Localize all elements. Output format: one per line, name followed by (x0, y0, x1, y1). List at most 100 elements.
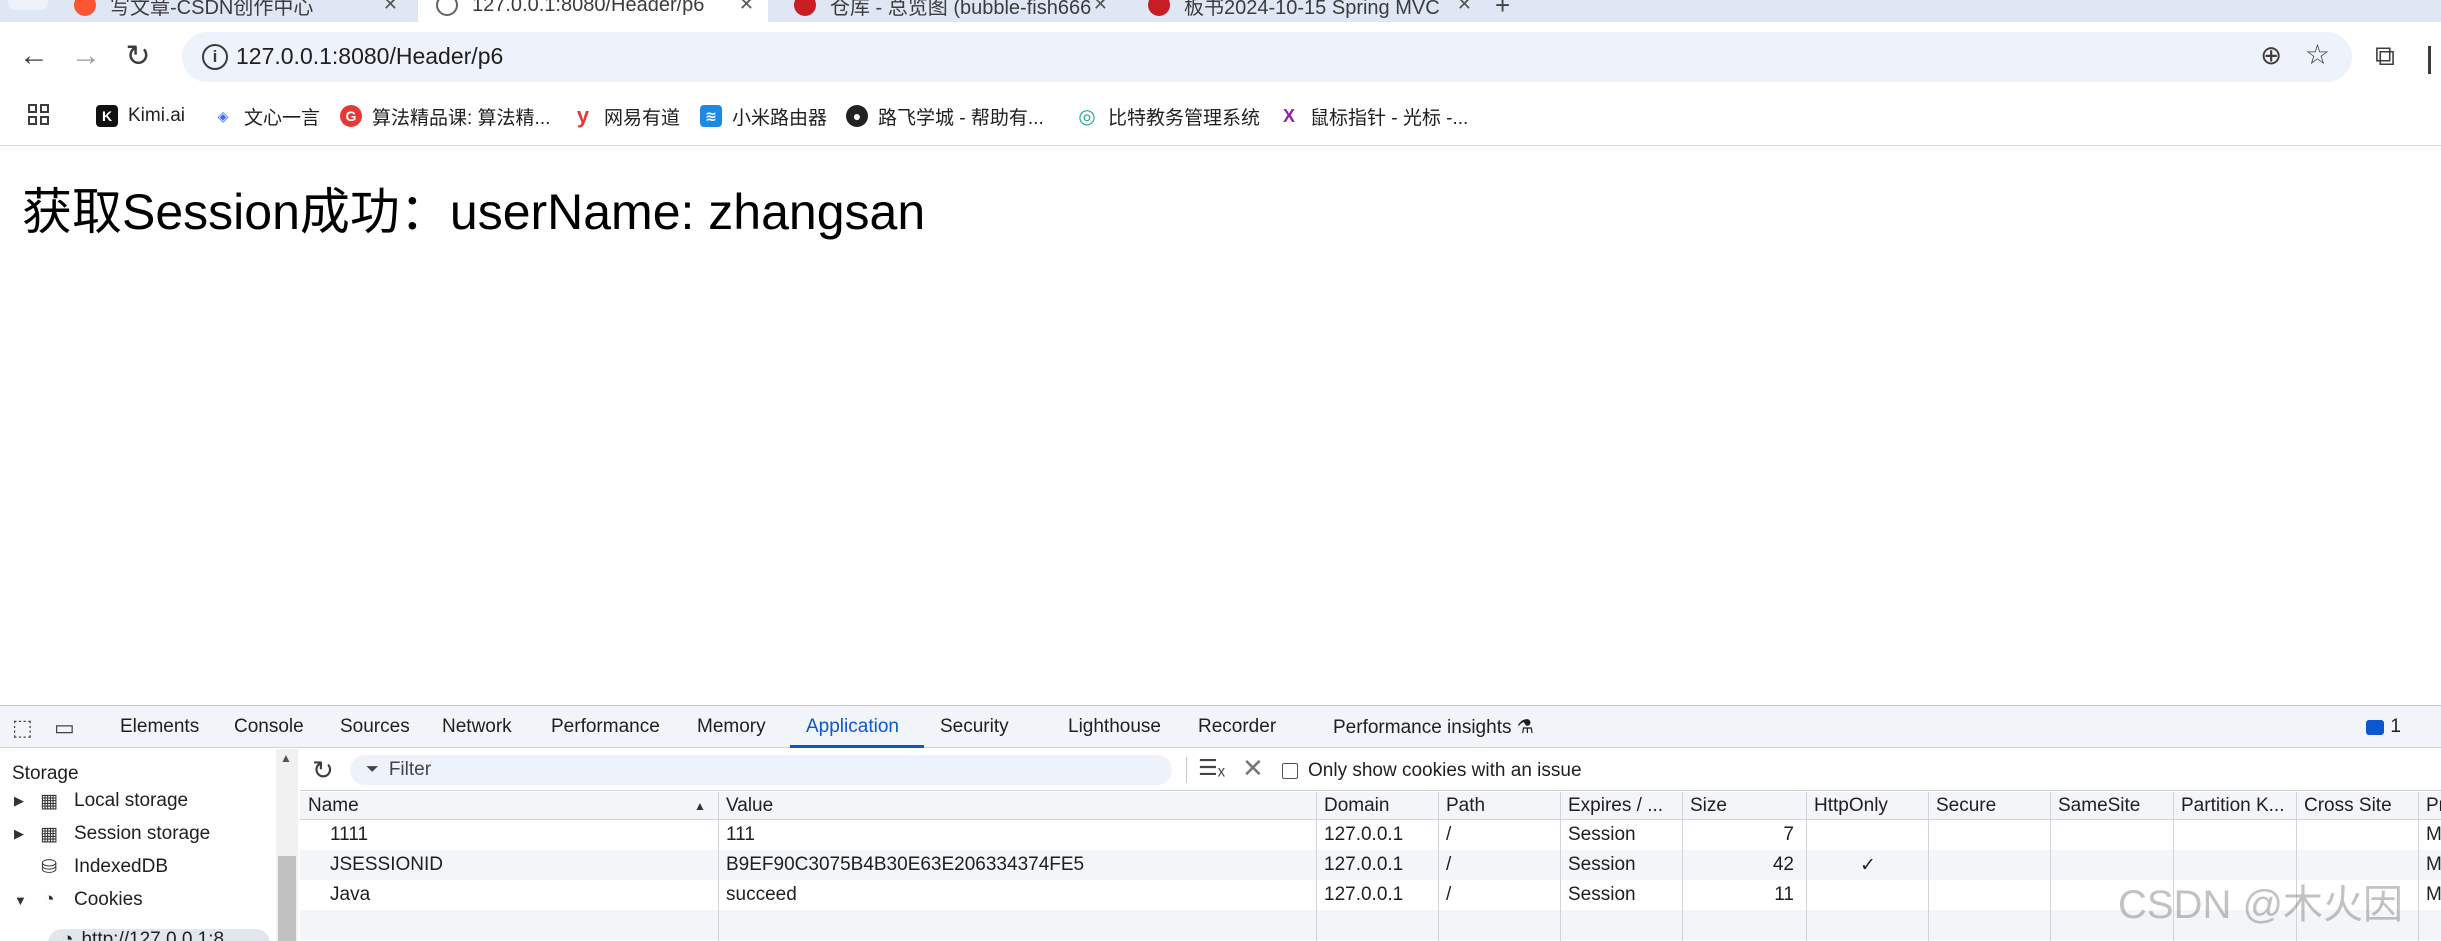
devtools-tab-console[interactable]: Console (234, 716, 304, 738)
column-divider[interactable] (1682, 792, 1683, 941)
cell-name[interactable]: 1111 (330, 824, 368, 846)
column-header-path[interactable]: Path (1446, 795, 1485, 817)
devtools-tab-security[interactable]: Security (940, 716, 1009, 738)
devtools-tab-elements[interactable]: Elements (120, 716, 199, 738)
address-url[interactable]: 127.0.0.1:8080/Header/p6 (236, 43, 503, 70)
site-info-icon[interactable]: i (202, 44, 228, 70)
cell-name[interactable]: Java (330, 884, 370, 906)
column-header-partition-key[interactable]: Partition K... (2181, 795, 2285, 817)
sidebar-item-indexeddb[interactable]: ⛁ IndexedDB (14, 853, 168, 881)
address-bar[interactable]: i 127.0.0.1:8080/Header/p6 ⊕ ☆ (182, 32, 2352, 82)
tab-gitee-repo[interactable]: 仓库 - 总览图 (bubble-fish666 ✕ (776, 0, 1122, 22)
column-header-expires[interactable]: Expires / ... (1568, 795, 1663, 817)
column-header-samesite[interactable]: SameSite (2058, 795, 2140, 817)
cell-name[interactable]: JSESSIONID (330, 854, 443, 876)
sidebar-item-local-storage[interactable]: ▶ ▦ Local storage (14, 787, 188, 815)
tab-close-icon[interactable]: ✕ (1093, 0, 1108, 15)
only-issue-cookies-checkbox[interactable]: Only show cookies with an issue (1282, 760, 1582, 782)
delete-selected-cookie-icon[interactable]: ✕ (1242, 753, 1264, 784)
devtools-tab-performance-insights[interactable]: Performance insights ⚗ (1333, 716, 1534, 739)
issues-counter[interactable]: 1 (2366, 716, 2401, 738)
column-header-secure[interactable]: Secure (1936, 795, 1996, 817)
tab-spring-mvc-notes[interactable]: 板书2024-10-15 Spring MVC ✕ (1130, 0, 1486, 22)
tab-close-icon[interactable]: ✕ (383, 0, 398, 15)
bookmark-xiaomi-router[interactable]: ≋ 小米路由器 (700, 103, 827, 129)
cell-path[interactable]: / (1446, 854, 1451, 876)
column-divider[interactable] (1806, 792, 1807, 941)
sort-ascending-icon[interactable]: ▲ (694, 799, 706, 813)
devtools-tab-network[interactable]: Network (442, 716, 512, 738)
column-divider[interactable] (1438, 792, 1439, 941)
cell-expires[interactable]: Session (1568, 884, 1636, 906)
tab-csdn-editor[interactable]: 写文章-CSDN创作中心 ✕ (56, 0, 412, 22)
bookmark-youdao[interactable]: y 网易有道 (572, 103, 680, 129)
forward-button[interactable]: → (66, 36, 106, 76)
column-divider[interactable] (2050, 792, 2051, 941)
bookmark-algorithm-course[interactable]: G 算法精品课: 算法精... (340, 103, 550, 129)
devtools-tab-lighthouse[interactable]: Lighthouse (1068, 716, 1161, 738)
column-divider[interactable] (1316, 792, 1317, 941)
collapse-triangle-icon[interactable]: ▼ (14, 893, 32, 908)
browser-menu-icon[interactable] (2428, 46, 2432, 74)
cell-value[interactable]: succeed (726, 884, 797, 906)
column-divider[interactable] (718, 792, 719, 941)
column-header-priority[interactable]: Pr (2426, 795, 2441, 817)
kimi-icon: K (96, 105, 118, 127)
cell-domain[interactable]: 127.0.0.1 (1324, 824, 1403, 846)
column-divider[interactable] (2418, 792, 2419, 941)
bookmark-star-icon[interactable]: ☆ (2305, 38, 2330, 71)
sidebar-item-cookies[interactable]: ▼ ◔ Cookies (14, 886, 143, 914)
column-header-httponly[interactable]: HttpOnly (1814, 795, 1888, 817)
sidebar-item-session-storage[interactable]: ▶ ▦ Session storage (14, 820, 210, 848)
cookie-filter-input[interactable]: ⏷ Filter (350, 755, 1172, 785)
sidebar-scrollbar-thumb[interactable] (278, 856, 296, 941)
tab-close-icon[interactable]: ✕ (1457, 0, 1472, 15)
sidebar-item-cookie-origin[interactable]: ◔ http://127.0.0.1:8... (48, 929, 270, 941)
scroll-up-arrow-icon[interactable]: ▲ (280, 751, 292, 765)
zoom-icon[interactable]: ⊕ (2260, 40, 2282, 71)
cell-value[interactable]: B9EF90C3075B4B30E63E206334374FE5 (726, 854, 1084, 876)
devtools-tab-sources[interactable]: Sources (340, 716, 410, 738)
cell-path[interactable]: / (1446, 884, 1451, 906)
back-button[interactable]: ← (14, 36, 54, 76)
tab-close-icon[interactable]: ✕ (739, 0, 754, 15)
column-divider[interactable] (1928, 792, 1929, 941)
device-toolbar-icon[interactable]: ▭ (54, 715, 75, 741)
cell-expires[interactable]: Session (1568, 824, 1636, 846)
cell-domain[interactable]: 127.0.0.1 (1324, 854, 1403, 876)
column-header-name[interactable]: Name (308, 795, 359, 817)
bookmark-bite-edu[interactable]: ◎ 比特教务管理系统 (1076, 103, 1260, 129)
devtools-tab-recorder[interactable]: Recorder (1198, 716, 1276, 738)
sidebar-heading-storage: Storage (12, 763, 79, 784)
column-header-size[interactable]: Size (1690, 795, 1727, 817)
bookmark-mouse-cursor[interactable]: X 鼠标指针 - 光标 -... (1278, 103, 1468, 129)
column-header-cross-site[interactable]: Cross Site (2304, 795, 2392, 817)
new-tab-plus-icon[interactable]: + (1495, 0, 1510, 21)
checkbox-box[interactable] (1282, 763, 1298, 779)
bookmark-luffy-city[interactable]: ● 路飞学城 - 帮助有... (846, 103, 1044, 129)
cell-expires[interactable]: Session (1568, 854, 1636, 876)
cell-path[interactable]: / (1446, 824, 1451, 846)
cell-value[interactable]: 111 (726, 824, 755, 846)
extensions-icon[interactable]: ⧉ (2375, 40, 2395, 73)
refresh-cookies-icon[interactable]: ↻ (312, 755, 334, 786)
devtools-tab-memory[interactable]: Memory (697, 716, 766, 738)
expand-triangle-icon[interactable]: ▶ (14, 826, 32, 842)
devtools-tab-performance[interactable]: Performance (551, 716, 660, 738)
reload-button[interactable]: ↻ (118, 36, 158, 76)
expand-triangle-icon[interactable]: ▶ (14, 793, 32, 809)
inspect-element-icon[interactable]: ⬚ (12, 715, 33, 741)
luffy-icon: ● (846, 105, 868, 127)
cell-size: 7 (1783, 824, 1794, 845)
column-header-domain[interactable]: Domain (1324, 795, 1389, 817)
tab-search-button[interactable] (8, 0, 48, 10)
cell-domain[interactable]: 127.0.0.1 (1324, 884, 1403, 906)
column-header-value[interactable]: Value (726, 795, 773, 817)
bookmark-kimi[interactable]: K Kimi.ai (96, 103, 185, 129)
bookmark-wenxin[interactable]: ◈ 文心一言 (212, 103, 320, 129)
devtools-tab-application[interactable]: Application (806, 716, 899, 738)
apps-grid-icon[interactable] (28, 104, 50, 126)
tab-active-header-p6[interactable]: 127.0.0.1:8080/Header/p6 ✕ (418, 0, 768, 22)
clear-filtered-cookies-icon[interactable]: ☰ₓ (1198, 755, 1225, 781)
column-divider[interactable] (1560, 792, 1561, 941)
